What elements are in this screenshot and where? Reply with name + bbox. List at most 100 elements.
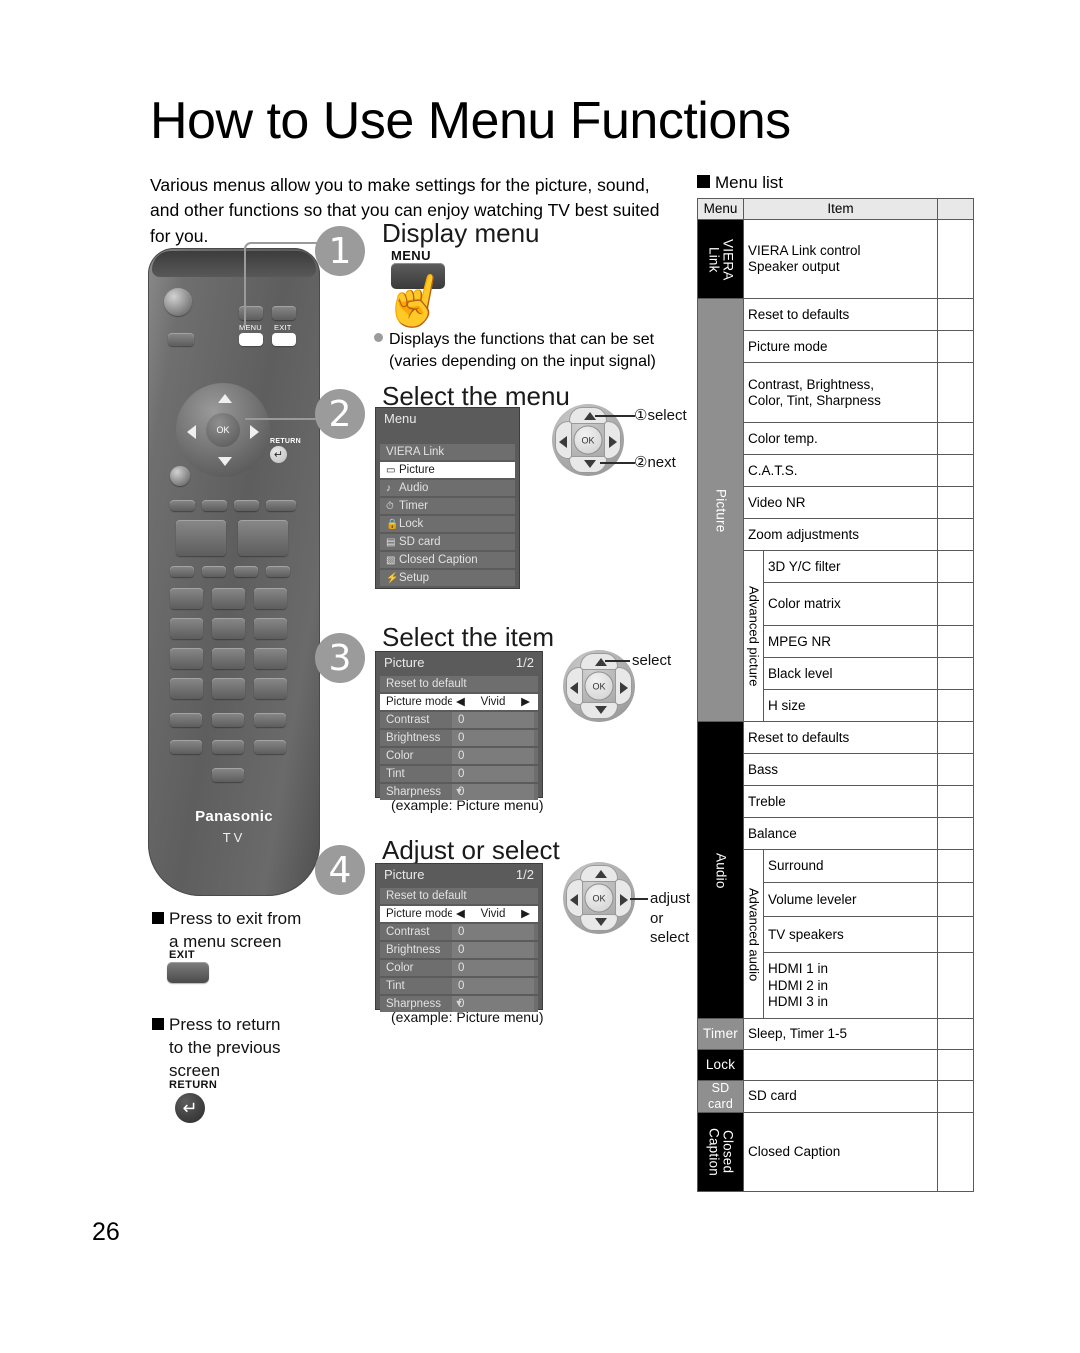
- category-sd-card: SD card: [697, 1080, 744, 1113]
- dpad-right-arrow-icon: [620, 894, 628, 906]
- item-picture-reset: Reset to defaults: [743, 298, 938, 332]
- osd-item-closed-caption[interactable]: ▧ Closed Caption: [380, 551, 515, 568]
- right-arrow-icon[interactable]: ▶: [521, 906, 530, 923]
- dpad-left-arrow-icon: [570, 682, 578, 694]
- osd-item-picture[interactable]: ▭ Picture: [380, 461, 515, 478]
- manual-page: How to Use Menu Functions Various menus …: [0, 0, 1080, 1353]
- osd-picture-title-step4: Picture: [384, 867, 425, 882]
- timer-icon: ⏱: [386, 500, 394, 512]
- osd-item-timer[interactable]: ⏱ Timer: [380, 497, 515, 514]
- osd-row-tint-value-step3[interactable]: 0: [452, 765, 534, 782]
- lock-icon: 🔒: [386, 518, 399, 530]
- step-3-number: 3: [315, 633, 365, 683]
- osd-row-picture-mode-value-step3[interactable]: ◀ Vivid ▶: [452, 693, 534, 711]
- pointing-hand-icon: ☝: [377, 265, 453, 337]
- remote-brand-label: Panasonic: [195, 808, 273, 825]
- osd-item-sd-card[interactable]: ▤ SD card: [380, 533, 515, 550]
- osd-row-tint-value-step4[interactable]: 0: [452, 977, 534, 994]
- osd-row-contrast-value-step4[interactable]: 0: [452, 923, 534, 940]
- ref-cell: [937, 753, 974, 787]
- table-row: Closed Caption Closed Caption: [697, 1111, 974, 1192]
- osd-row-brightness-step4[interactable]: Brightness 0: [380, 941, 538, 958]
- item-3d-yc-filter: 3D Y/C filter: [763, 550, 938, 584]
- remote-num-key-9: [254, 648, 287, 669]
- left-arrow-icon[interactable]: ◀: [456, 694, 465, 711]
- ref-cell: [937, 1049, 974, 1082]
- callout-select-step2: ①select: [634, 407, 687, 424]
- osd-row-brightness-value-step3[interactable]: 0: [452, 729, 534, 746]
- callout-line-select: [595, 415, 635, 417]
- callout-adjust-label: adjust: [650, 890, 691, 907]
- osd-row-brightness-step3[interactable]: Brightness 0: [380, 729, 538, 746]
- item-mpeg-nr: MPEG NR: [763, 625, 938, 659]
- exit-key-graphic[interactable]: [167, 962, 209, 983]
- osd-row-brightness-label-step4: Brightness: [386, 943, 441, 956]
- osd-row-tint-step4[interactable]: Tint 0: [380, 977, 538, 994]
- ref-cell: [937, 952, 974, 1020]
- dpad-left-arrow-icon: [559, 436, 567, 448]
- osd-row-color-value-step3[interactable]: 0: [452, 747, 534, 764]
- callout-select-label: select: [650, 929, 690, 946]
- osd-row-reset-label-step4: Reset to default: [386, 889, 467, 902]
- osd-row-color-step3[interactable]: Color 0: [380, 747, 538, 764]
- ref-cell: [937, 550, 974, 584]
- osd-picture-mode-value-text-step4: Vivid: [480, 907, 506, 920]
- remote-dpad-down-icon: [218, 457, 232, 466]
- dpad-down-arrow-icon: [584, 460, 596, 468]
- osd-item-viera-link[interactable]: VIERA Link: [380, 443, 515, 460]
- osd-row-brightness-value-step4[interactable]: 0: [452, 941, 534, 958]
- osd-item-picture-label: Picture: [399, 463, 435, 476]
- category-audio: Audio: [697, 721, 744, 1020]
- osd-row-color-label-step4: Color: [386, 961, 414, 974]
- osd-item-setup[interactable]: ⚡Setup: [380, 569, 515, 586]
- osd-row-reset-step4[interactable]: Reset to default: [380, 887, 538, 904]
- left-arrow-icon[interactable]: ◀: [456, 906, 465, 923]
- osd-row-picture-mode-value-step4[interactable]: ◀ Vivid ▶: [452, 905, 534, 923]
- picture-icon: ▭: [386, 464, 396, 476]
- dpad-ok-button[interactable]: OK: [585, 672, 613, 700]
- remote-num-key-1: [170, 588, 203, 609]
- remote-lower-key-3: [254, 713, 286, 727]
- right-arrow-icon[interactable]: ▶: [521, 694, 530, 711]
- item-audio-reset: Reset to defaults: [743, 721, 938, 755]
- remote-lower-key-1: [170, 713, 202, 727]
- osd-row-tint-step3[interactable]: Tint 0: [380, 765, 538, 782]
- subcategory-advanced-picture: Advanced picture: [743, 550, 764, 723]
- osd-row-color-value-step4[interactable]: 0: [452, 959, 534, 976]
- category-viera-link: VIERA Link: [697, 219, 744, 300]
- callout-line-next: [600, 462, 635, 464]
- remote-dpad-right-icon: [250, 425, 259, 439]
- osd-row-picture-mode-step3[interactable]: Picture mode ◀ Vivid ▶: [380, 693, 538, 711]
- osd-item-audio[interactable]: ♪ Audio: [380, 479, 515, 496]
- return-key-graphic[interactable]: ↵: [175, 1093, 205, 1123]
- osd-row-contrast-step4[interactable]: Contrast 0: [380, 923, 538, 940]
- table-header-row: Menu Item: [697, 197, 974, 221]
- callout-or-label: or: [650, 909, 664, 927]
- dpad-ok-button[interactable]: OK: [585, 884, 613, 912]
- ref-cell: [937, 1018, 974, 1051]
- ref-cell: [937, 721, 974, 755]
- item-h-size: H size: [763, 689, 938, 723]
- osd-row-reset-step3[interactable]: Reset to default: [380, 675, 538, 692]
- remote-num-key-12: [254, 678, 287, 699]
- osd-item-lock[interactable]: 🔒Lock: [380, 515, 515, 532]
- osd-row-picture-mode-step4[interactable]: Picture mode ◀ Vivid ▶: [380, 905, 538, 923]
- osd-row-contrast-value-step3[interactable]: 0: [452, 711, 534, 728]
- item-picture-basic-adjust: Contrast, Brightness, Color, Tint, Sharpn…: [743, 362, 938, 424]
- remote-small-key-1: [170, 566, 194, 577]
- dpad-ok-button[interactable]: OK: [574, 426, 602, 454]
- remote-small-key-3: [234, 566, 258, 577]
- osd-row-reset-label-step3: Reset to default: [386, 677, 467, 690]
- audio-icon: ♪: [386, 482, 391, 494]
- step-1-note: Displays the functions that can be set (…: [374, 329, 694, 372]
- power-button: [164, 288, 192, 316]
- item-tv-speakers: TV speakers: [763, 916, 938, 954]
- remote-lower-key-6: [254, 740, 286, 754]
- osd-row-color-step4[interactable]: Color 0: [380, 959, 538, 976]
- osd-row-sharpness-label-step4: Sharpness: [386, 997, 441, 1010]
- osd-row-contrast-step3[interactable]: Contrast 0: [380, 711, 538, 728]
- ref-cell: [937, 1080, 974, 1113]
- osd-row-picture-mode-label-step3: Picture mode: [386, 695, 454, 708]
- setup-icon: ⚡: [386, 572, 399, 584]
- item-color-matrix: Color matrix: [763, 582, 938, 627]
